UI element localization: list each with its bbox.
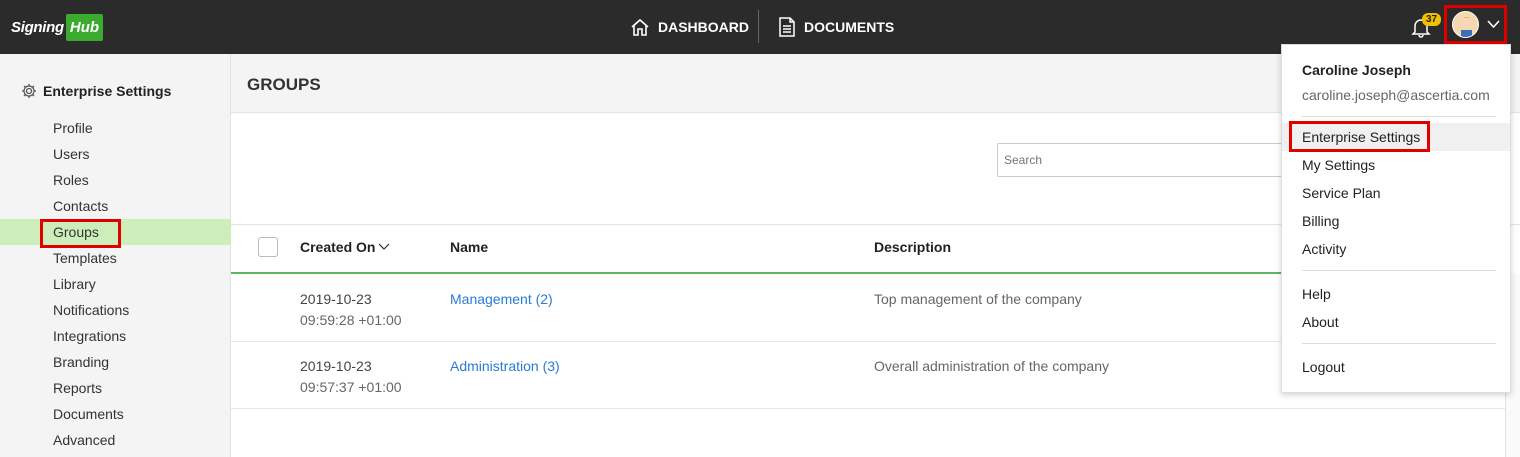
sidebar-item-notifications[interactable]: Notifications xyxy=(0,297,231,323)
page-title: GROUPS xyxy=(247,75,321,94)
gear-icon xyxy=(22,84,36,98)
user-email: caroline.joseph@ascertia.com xyxy=(1302,87,1490,103)
menu-item-billing[interactable]: Billing xyxy=(1282,207,1510,235)
notification-badge: 37 xyxy=(1422,13,1442,26)
sidebar-heading: Enterprise Settings xyxy=(21,83,171,99)
sidebar-heading-label: Enterprise Settings xyxy=(43,83,172,99)
menu-item-logout[interactable]: Logout xyxy=(1282,353,1510,381)
sidebar-item-roles[interactable]: Roles xyxy=(0,167,231,193)
document-icon xyxy=(779,17,795,37)
row-divider xyxy=(231,408,1520,409)
column-header-created-on[interactable]: Created On xyxy=(300,239,390,255)
row-1-group-link[interactable]: Management (2) xyxy=(450,291,553,307)
sidebar-item-documents[interactable]: Documents xyxy=(0,401,231,427)
row-2-date: 2019-10-23 xyxy=(300,358,372,374)
menu-item-about[interactable]: About xyxy=(1282,308,1510,336)
sidebar-item-templates[interactable]: Templates xyxy=(0,245,231,271)
column-header-description[interactable]: Description xyxy=(874,239,951,255)
sidebar-item-integrations[interactable]: Integrations xyxy=(0,323,231,349)
sidebar-item-contacts[interactable]: Contacts xyxy=(0,193,231,219)
sidebar-item-advanced[interactable]: Advanced xyxy=(0,427,231,453)
avatar xyxy=(1452,11,1479,38)
row-2-description: Overall administration of the company xyxy=(874,358,1109,374)
menu-divider xyxy=(1302,270,1496,271)
menu-item-my-settings[interactable]: My Settings xyxy=(1282,151,1510,179)
sidebar-item-library[interactable]: Library xyxy=(0,271,231,297)
nav-documents-label: DOCUMENTS xyxy=(804,19,895,35)
nav-separator xyxy=(758,10,759,43)
enterprise-settings-highlight-outline xyxy=(1289,121,1430,152)
menu-divider xyxy=(1302,116,1496,117)
sidebar-item-profile[interactable]: Profile xyxy=(0,115,231,141)
nav-dashboard[interactable]: DASHBOARD xyxy=(630,0,749,54)
sidebar: Enterprise Settings Profile Users Roles … xyxy=(0,54,231,457)
groups-highlight-outline xyxy=(40,219,121,248)
logo-text-hub: Hub xyxy=(65,14,104,41)
column-header-name[interactable]: Name xyxy=(450,239,488,255)
select-all-checkbox[interactable] xyxy=(258,237,278,257)
row-1-date: 2019-10-23 xyxy=(300,291,372,307)
home-icon xyxy=(631,18,649,36)
menu-item-activity[interactable]: Activity xyxy=(1282,235,1510,263)
table-header-underline xyxy=(231,272,1281,274)
logo-text-signing: Signing xyxy=(11,19,64,36)
signinghub-logo[interactable]: Signing Hub xyxy=(11,11,104,44)
row-2-group-link[interactable]: Administration (3) xyxy=(450,358,560,374)
row-1-description: Top management of the company xyxy=(874,291,1082,307)
menu-item-service-plan[interactable]: Service Plan xyxy=(1282,179,1510,207)
sort-chevron-icon xyxy=(379,243,390,250)
menu-item-help[interactable]: Help xyxy=(1282,280,1510,308)
row-1-time: 09:59:28 +01:00 xyxy=(300,312,402,328)
column-header-created-on-label: Created On xyxy=(300,239,376,255)
sidebar-item-reports[interactable]: Reports xyxy=(0,375,231,401)
sidebar-item-users[interactable]: Users xyxy=(0,141,231,167)
nav-dashboard-label: DASHBOARD xyxy=(658,19,749,35)
search-input[interactable] xyxy=(997,143,1297,177)
sidebar-item-branding[interactable]: Branding xyxy=(0,349,231,375)
user-dropdown-menu: Caroline Joseph caroline.joseph@ascertia… xyxy=(1281,44,1511,393)
row-2-time: 09:57:37 +01:00 xyxy=(300,379,402,395)
menu-divider xyxy=(1302,343,1496,344)
chevron-down-icon[interactable] xyxy=(1487,19,1500,29)
nav-documents[interactable]: DOCUMENTS xyxy=(778,0,894,54)
user-name: Caroline Joseph xyxy=(1302,62,1411,78)
